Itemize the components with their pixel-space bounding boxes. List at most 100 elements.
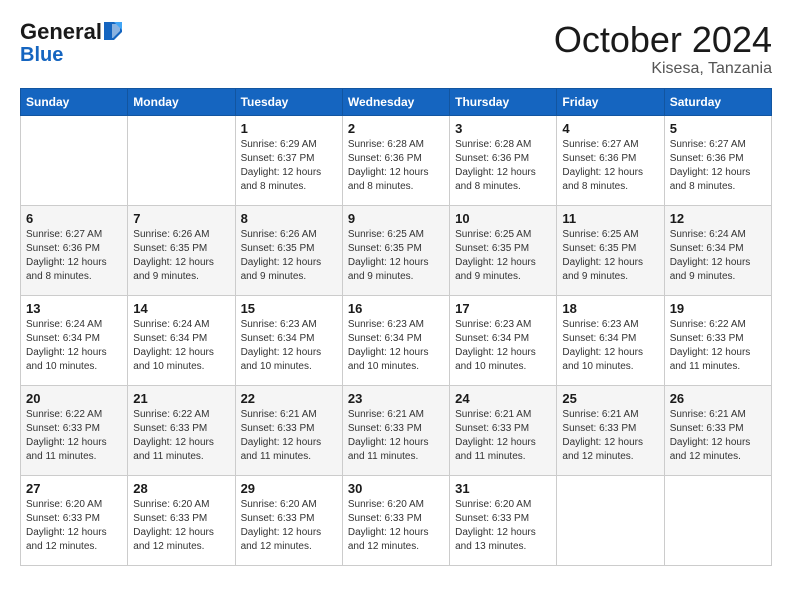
day-number: 19: [670, 301, 766, 316]
month-title: October 2024: [554, 20, 772, 60]
day-info: Sunrise: 6:24 AM Sunset: 6:34 PM Dayligh…: [133, 318, 229, 374]
calendar-week-row: 1Sunrise: 6:29 AM Sunset: 6:37 PM Daylig…: [21, 115, 772, 205]
calendar-cell: 28 Sunrise: 6:20 AM Sunset: 6:33 PM Dayli…: [128, 475, 235, 565]
weekday-header-row: SundayMondayTuesdayWednesdayThursdayFrid…: [21, 88, 772, 115]
day-info: Sunrise: 6:21 AM Sunset: 6:33 PM Dayligh…: [670, 408, 766, 464]
day-number: 18: [562, 301, 658, 316]
calendar-week-row: 20 Sunrise: 6:22 AM Sunset: 6:33 PM Dayli…: [21, 385, 772, 475]
day-number: 12: [670, 211, 766, 226]
day-info: Sunrise: 6:22 AM Sunset: 6:33 PM Dayligh…: [26, 408, 122, 464]
day-info: Sunrise: 6:21 AM Sunset: 6:33 PM Dayligh…: [348, 408, 444, 464]
day-number: 30: [348, 481, 444, 496]
day-info: Sunrise: 6:20 AM Sunset: 6:33 PM Dayligh…: [133, 498, 229, 554]
day-info: Sunrise: 6:24 AM Sunset: 6:34 PM Dayligh…: [26, 318, 122, 374]
day-number: 6: [26, 211, 122, 226]
calendar-cell: 21Sunrise: 6:22 AM Sunset: 6:33 PM Dayli…: [128, 385, 235, 475]
day-number: 25: [562, 391, 658, 406]
day-info: Sunrise: 6:20 AM Sunset: 6:33 PM Dayligh…: [241, 498, 337, 554]
day-number: 26: [670, 391, 766, 406]
logo-blue: Blue: [20, 44, 63, 66]
day-info: Sunrise: 6:27 AM Sunset: 6:36 PM Dayligh…: [670, 138, 766, 194]
day-number: 31: [455, 481, 551, 496]
day-info: Sunrise: 6:25 AM Sunset: 6:35 PM Dayligh…: [562, 228, 658, 284]
calendar-cell: 20 Sunrise: 6:22 AM Sunset: 6:33 PM Dayli…: [21, 385, 128, 475]
calendar-cell: 3Sunrise: 6:28 AM Sunset: 6:36 PM Daylig…: [450, 115, 557, 205]
day-number: 10: [455, 211, 551, 226]
calendar-cell: 13 Sunrise: 6:24 AM Sunset: 6:34 PM Dayli…: [21, 295, 128, 385]
calendar-cell: 31 Sunrise: 6:20 AM Sunset: 6:33 PM Dayli…: [450, 475, 557, 565]
day-number: 23: [348, 391, 444, 406]
logo: General Blue: [20, 20, 122, 66]
day-info: Sunrise: 6:23 AM Sunset: 6:34 PM Dayligh…: [241, 318, 337, 374]
day-info: Sunrise: 6:28 AM Sunset: 6:36 PM Dayligh…: [348, 138, 444, 194]
day-number: 5: [670, 121, 766, 136]
day-number: 9: [348, 211, 444, 226]
weekday-header-cell: Wednesday: [342, 88, 449, 115]
calendar-cell: 15 Sunrise: 6:23 AM Sunset: 6:34 PM Dayli…: [235, 295, 342, 385]
day-info: Sunrise: 6:23 AM Sunset: 6:34 PM Dayligh…: [562, 318, 658, 374]
day-info: Sunrise: 6:20 AM Sunset: 6:33 PM Dayligh…: [26, 498, 122, 554]
calendar-cell: [21, 115, 128, 205]
calendar-cell: 24 Sunrise: 6:21 AM Sunset: 6:33 PM Dayli…: [450, 385, 557, 475]
weekday-header-cell: Friday: [557, 88, 664, 115]
day-number: 3: [455, 121, 551, 136]
calendar-cell: 26 Sunrise: 6:21 AM Sunset: 6:33 PM Dayli…: [664, 385, 771, 475]
page-header: General Blue October 2024 Kisesa, Tanzan…: [20, 20, 772, 78]
calendar-cell: 10 Sunrise: 6:25 AM Sunset: 6:35 PM Dayli…: [450, 205, 557, 295]
day-number: 24: [455, 391, 551, 406]
day-number: 13: [26, 301, 122, 316]
title-block: October 2024 Kisesa, Tanzania: [554, 20, 772, 78]
day-info: Sunrise: 6:22 AM Sunset: 6:33 PM Dayligh…: [670, 318, 766, 374]
day-info: Sunrise: 6:23 AM Sunset: 6:34 PM Dayligh…: [455, 318, 551, 374]
calendar-cell: [128, 115, 235, 205]
day-info: Sunrise: 6:27 AM Sunset: 6:36 PM Dayligh…: [26, 228, 122, 284]
day-number: 11: [562, 211, 658, 226]
calendar-cell: 2 Sunrise: 6:28 AM Sunset: 6:36 PM Daylig…: [342, 115, 449, 205]
day-info: Sunrise: 6:26 AM Sunset: 6:35 PM Dayligh…: [133, 228, 229, 284]
day-number: 28: [133, 481, 229, 496]
calendar-body: 1Sunrise: 6:29 AM Sunset: 6:37 PM Daylig…: [21, 115, 772, 565]
calendar-cell: 29Sunrise: 6:20 AM Sunset: 6:33 PM Dayli…: [235, 475, 342, 565]
calendar-cell: 22Sunrise: 6:21 AM Sunset: 6:33 PM Dayli…: [235, 385, 342, 475]
day-info: Sunrise: 6:21 AM Sunset: 6:33 PM Dayligh…: [455, 408, 551, 464]
day-info: Sunrise: 6:20 AM Sunset: 6:33 PM Dayligh…: [348, 498, 444, 554]
calendar-cell: 30 Sunrise: 6:20 AM Sunset: 6:33 PM Dayli…: [342, 475, 449, 565]
weekday-header-cell: Sunday: [21, 88, 128, 115]
calendar-cell: 18 Sunrise: 6:23 AM Sunset: 6:34 PM Dayli…: [557, 295, 664, 385]
day-info: Sunrise: 6:25 AM Sunset: 6:35 PM Dayligh…: [455, 228, 551, 284]
calendar-cell: 4Sunrise: 6:27 AM Sunset: 6:36 PM Daylig…: [557, 115, 664, 205]
day-number: 16: [348, 301, 444, 316]
calendar-cell: 6 Sunrise: 6:27 AM Sunset: 6:36 PM Daylig…: [21, 205, 128, 295]
day-number: 4: [562, 121, 658, 136]
calendar-cell: 5 Sunrise: 6:27 AM Sunset: 6:36 PM Daylig…: [664, 115, 771, 205]
calendar-cell: 11 Sunrise: 6:25 AM Sunset: 6:35 PM Dayli…: [557, 205, 664, 295]
day-number: 2: [348, 121, 444, 136]
day-info: Sunrise: 6:25 AM Sunset: 6:35 PM Dayligh…: [348, 228, 444, 284]
calendar-cell: 16 Sunrise: 6:23 AM Sunset: 6:34 PM Dayli…: [342, 295, 449, 385]
calendar-cell: 17Sunrise: 6:23 AM Sunset: 6:34 PM Dayli…: [450, 295, 557, 385]
weekday-header-cell: Thursday: [450, 88, 557, 115]
day-info: Sunrise: 6:20 AM Sunset: 6:33 PM Dayligh…: [455, 498, 551, 554]
day-info: Sunrise: 6:21 AM Sunset: 6:33 PM Dayligh…: [562, 408, 658, 464]
calendar-cell: [664, 475, 771, 565]
calendar-cell: [557, 475, 664, 565]
day-number: 27: [26, 481, 122, 496]
calendar-cell: 23 Sunrise: 6:21 AM Sunset: 6:33 PM Dayli…: [342, 385, 449, 475]
weekday-header-cell: Monday: [128, 88, 235, 115]
day-number: 20: [26, 391, 122, 406]
location: Kisesa, Tanzania: [554, 60, 772, 78]
calendar-cell: 25 Sunrise: 6:21 AM Sunset: 6:33 PM Dayli…: [557, 385, 664, 475]
day-info: Sunrise: 6:21 AM Sunset: 6:33 PM Dayligh…: [241, 408, 337, 464]
day-number: 1: [241, 121, 337, 136]
calendar-cell: 27 Sunrise: 6:20 AM Sunset: 6:33 PM Dayli…: [21, 475, 128, 565]
day-number: 15: [241, 301, 337, 316]
day-number: 21: [133, 391, 229, 406]
logo-icon: [104, 22, 122, 40]
day-info: Sunrise: 6:23 AM Sunset: 6:34 PM Dayligh…: [348, 318, 444, 374]
weekday-header-cell: Tuesday: [235, 88, 342, 115]
calendar-cell: 7Sunrise: 6:26 AM Sunset: 6:35 PM Daylig…: [128, 205, 235, 295]
calendar-table: SundayMondayTuesdayWednesdayThursdayFrid…: [20, 88, 772, 566]
day-info: Sunrise: 6:26 AM Sunset: 6:35 PM Dayligh…: [241, 228, 337, 284]
calendar-cell: 1Sunrise: 6:29 AM Sunset: 6:37 PM Daylig…: [235, 115, 342, 205]
calendar-week-row: 6 Sunrise: 6:27 AM Sunset: 6:36 PM Daylig…: [21, 205, 772, 295]
